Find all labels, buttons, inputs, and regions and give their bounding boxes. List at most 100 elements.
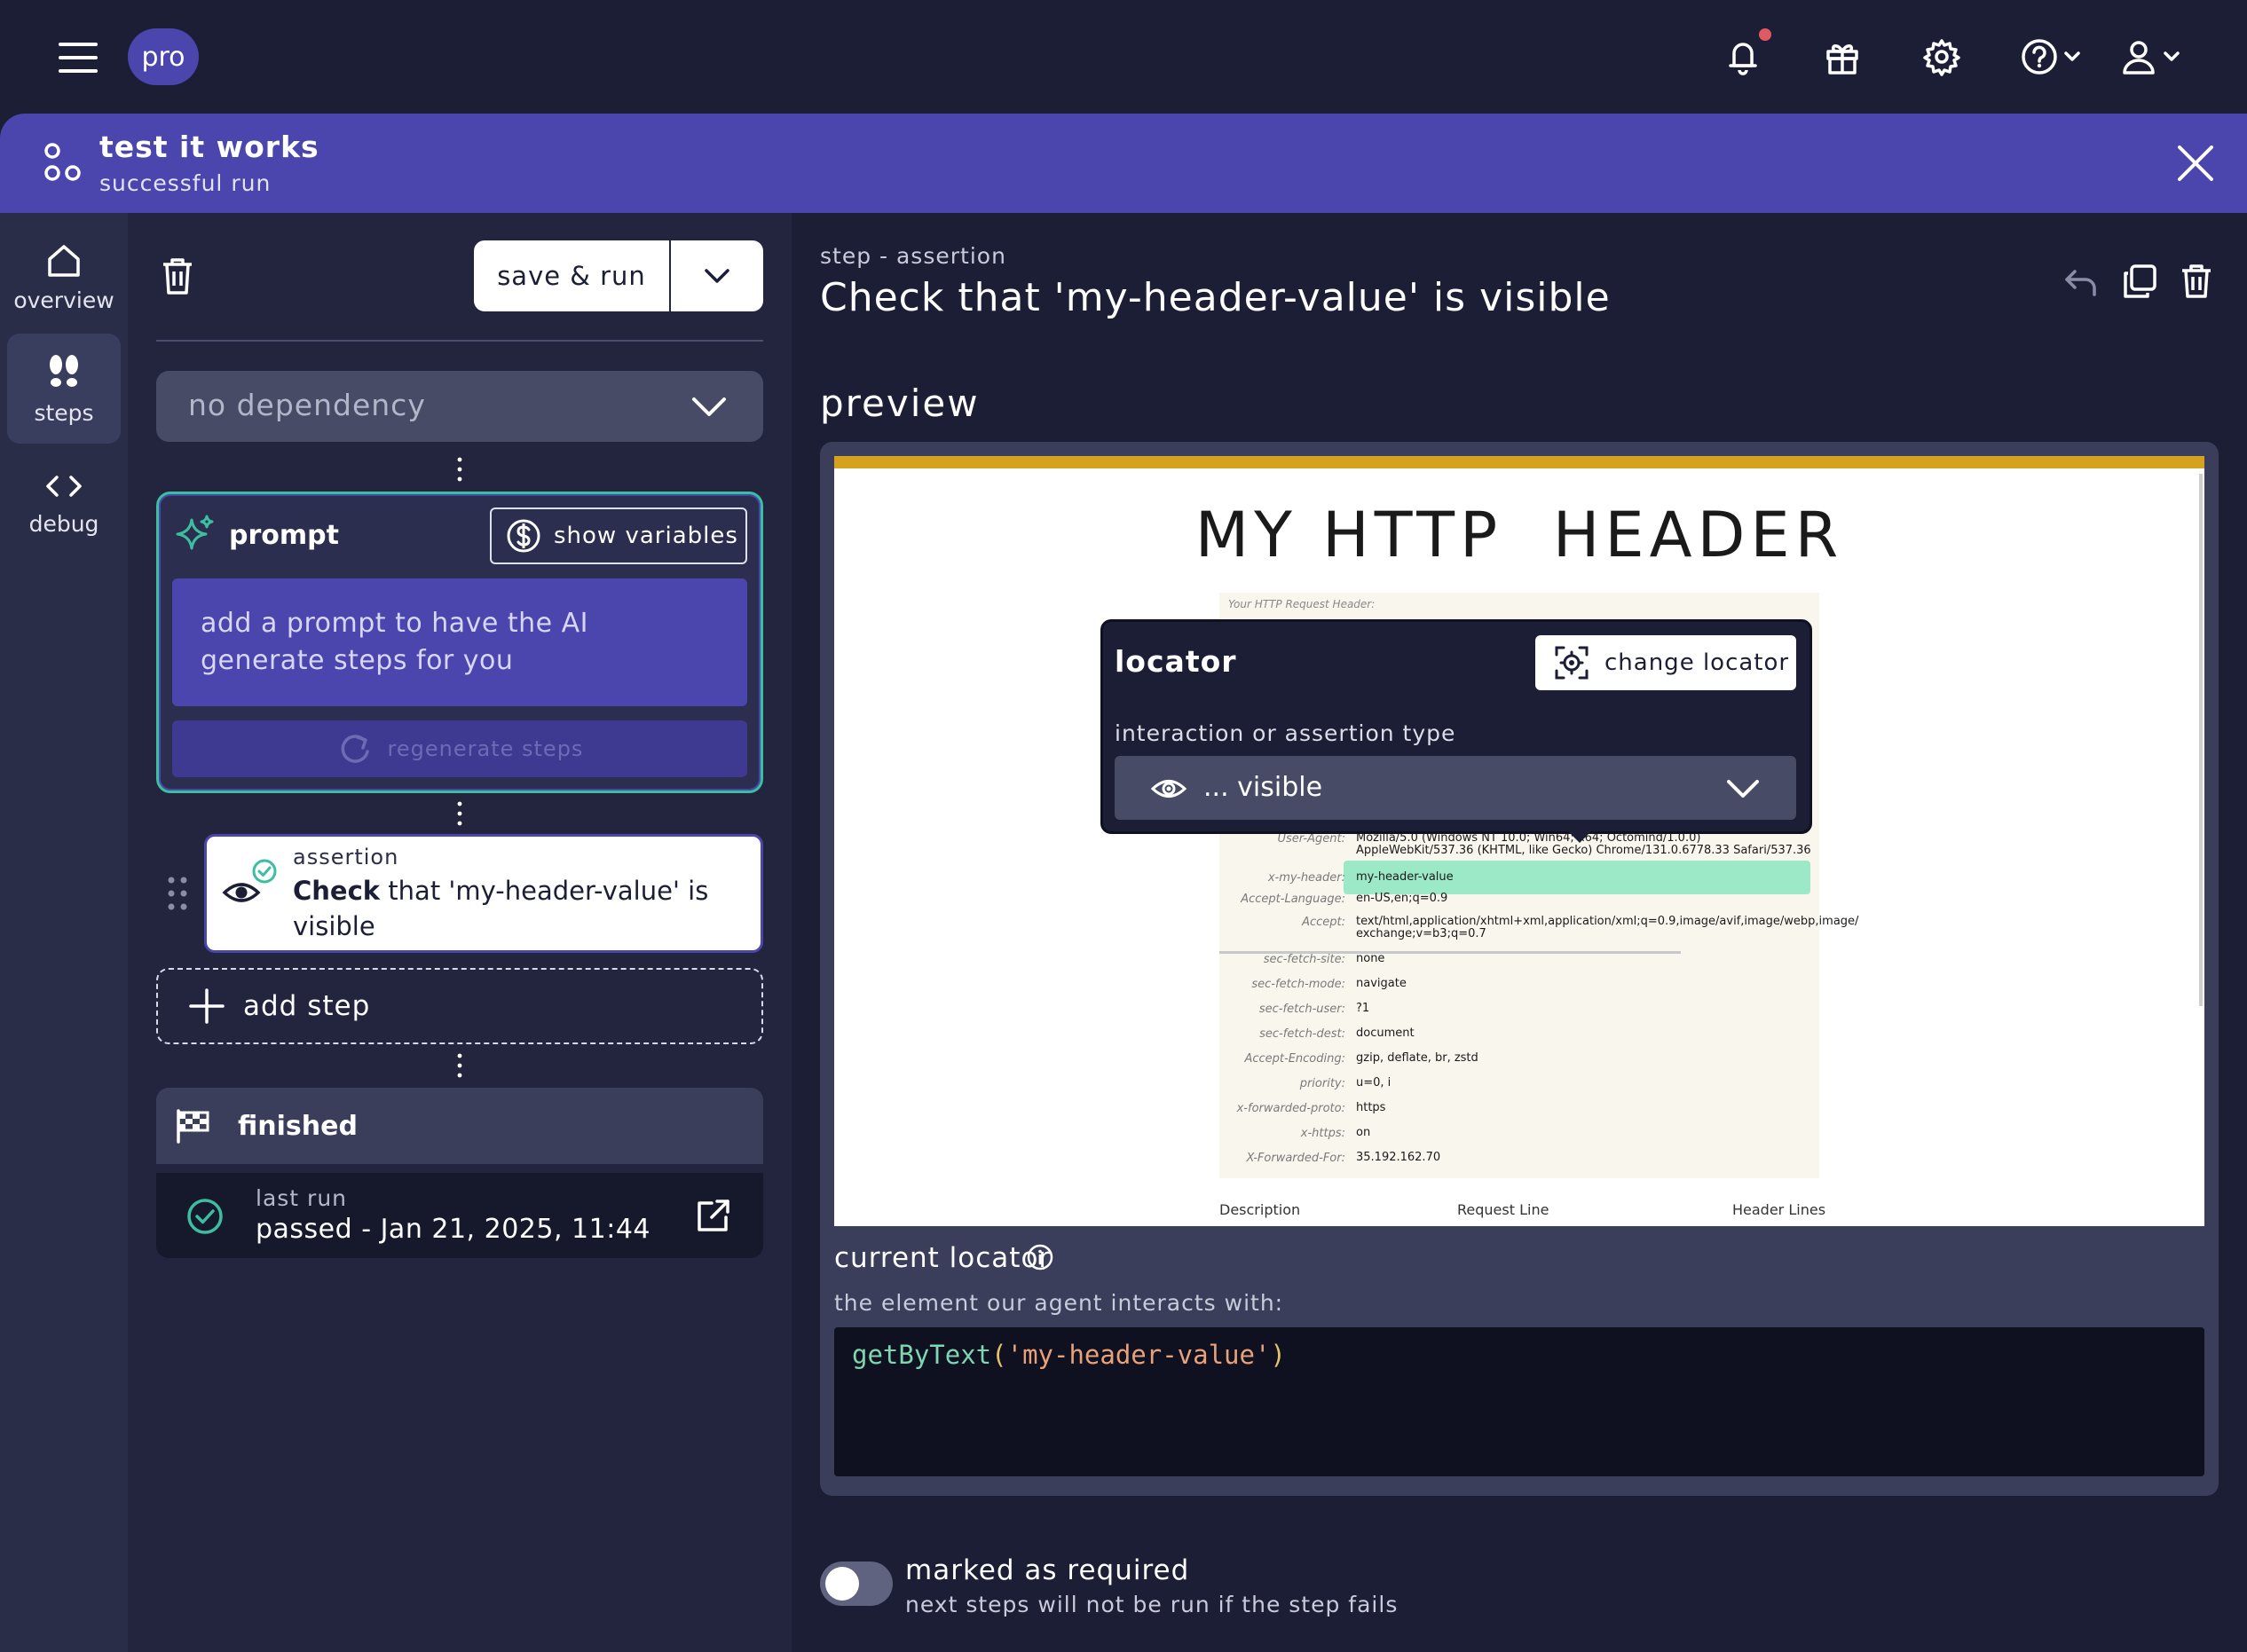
prompt-title: prompt xyxy=(229,520,339,551)
rail-item-debug[interactable]: debug xyxy=(7,447,121,557)
footsteps-icon xyxy=(50,354,78,387)
header-value: en-US,en;q=0.9 xyxy=(1356,892,1448,905)
header-value-highlighted: my-header-value xyxy=(1356,870,1454,884)
required-toggle[interactable] xyxy=(820,1562,893,1606)
header-value: on xyxy=(1356,1126,1371,1139)
regenerate-steps-button[interactable]: regenerate steps xyxy=(172,720,747,777)
gear-icon[interactable] xyxy=(1917,32,1967,82)
header-value: ?1 xyxy=(1356,1002,1370,1015)
assertion-type-label: interaction or assertion type xyxy=(1115,720,1456,746)
current-locator-title: current locator xyxy=(834,1242,1052,1274)
help-icon[interactable] xyxy=(2016,32,2091,82)
change-locator-button[interactable]: change locator xyxy=(1535,635,1796,690)
preview-scrollbar[interactable] xyxy=(2199,474,2203,1006)
show-variables-label: show variables xyxy=(554,523,738,549)
home-icon xyxy=(48,244,80,277)
header-value: navigate xyxy=(1356,977,1407,990)
header-key: Accept: xyxy=(1302,916,1345,929)
header-caption: Your HTTP Request Header: xyxy=(1228,598,1376,610)
header-value: gzip, deflate, br, zstd xyxy=(1356,1051,1478,1065)
footer-link: Request Line xyxy=(1457,1201,1549,1218)
gift-icon[interactable] xyxy=(1817,32,1867,82)
current-locator-description: the element our agent interacts with: xyxy=(834,1290,1284,1316)
header-key: sec-fetch-mode: xyxy=(1251,978,1345,991)
header-value: 35.192.162.70 xyxy=(1356,1151,1441,1164)
header-value: document xyxy=(1356,1027,1415,1040)
top-bar xyxy=(0,0,2247,114)
test-title: test it works xyxy=(99,130,319,164)
change-locator-label: change locator xyxy=(1604,649,1790,676)
header-value: none xyxy=(1356,952,1385,965)
dependency-value: no dependency xyxy=(188,388,426,422)
finished-label: finished xyxy=(238,1110,358,1142)
footer-link: Header Lines xyxy=(1732,1201,1826,1218)
test-status: successful run xyxy=(99,170,272,196)
target-icon xyxy=(1555,646,1589,680)
close-icon[interactable] xyxy=(2172,140,2219,186)
last-run-value: passed - Jan 21, 2025, 11:44 xyxy=(256,1214,650,1245)
header-key: Accept-Encoding: xyxy=(1244,1052,1345,1066)
rail-item-steps[interactable]: steps xyxy=(7,334,121,444)
chevron-down-icon xyxy=(705,269,729,283)
external-link-icon[interactable] xyxy=(694,1196,733,1235)
finished-step: finished xyxy=(156,1088,763,1164)
code-paren: ) xyxy=(1270,1340,1286,1370)
prompt-input[interactable]: add a prompt to have the AI generate ste… xyxy=(172,578,747,706)
drag-handle-icon[interactable] xyxy=(165,875,190,912)
code-argument: 'my-header-value' xyxy=(1006,1340,1271,1370)
locator-code-editor[interactable]: getByText('my-header-value') xyxy=(834,1327,2204,1476)
save-run-split-button: save & run xyxy=(474,240,763,311)
divider xyxy=(156,340,763,342)
page-screenshot: MY HTTP HEADER Your HTTP Request Header:… xyxy=(834,456,2204,1226)
sparkle-icon xyxy=(174,513,215,554)
info-icon[interactable] xyxy=(1026,1243,1054,1271)
header-key: x-my-header: xyxy=(1267,871,1345,885)
step-description: Check that 'my-header-value' is visible xyxy=(293,873,737,944)
save-run-options-button[interactable] xyxy=(671,240,763,311)
rail-label: steps xyxy=(34,399,94,426)
user-icon[interactable] xyxy=(2116,32,2190,82)
trash-icon[interactable] xyxy=(158,256,197,296)
check-circle-icon xyxy=(186,1198,224,1235)
code-paren: ( xyxy=(991,1340,1007,1370)
add-step-label: add step xyxy=(243,990,371,1022)
page-title: Check that 'my-header-value' is visible xyxy=(820,275,1611,320)
header-value: text/html,application/xhtml+xml,applicat… xyxy=(1356,915,1859,940)
plan-badge[interactable]: pro xyxy=(128,28,199,85)
menu-icon[interactable] xyxy=(53,35,103,80)
save-run-button[interactable]: save & run xyxy=(474,240,671,311)
duplicate-icon[interactable] xyxy=(2121,263,2158,300)
header-key: X-Forwarded-For: xyxy=(1246,1152,1345,1165)
chevron-down-icon xyxy=(689,390,729,422)
required-sublabel: next steps will not be run if the step f… xyxy=(905,1592,1399,1617)
undo-icon[interactable] xyxy=(2062,263,2100,300)
show-variables-button[interactable]: show variables xyxy=(490,507,747,564)
rail-label: overview xyxy=(13,287,114,313)
notification-dot xyxy=(1759,28,1771,41)
dollar-icon xyxy=(507,519,540,553)
add-step-button[interactable]: add step xyxy=(156,968,763,1044)
rail-item-overview[interactable]: overview xyxy=(7,222,121,332)
connector-dots xyxy=(457,456,462,483)
footer-link: Description xyxy=(1219,1201,1301,1218)
required-label: marked as required xyxy=(905,1554,1190,1586)
refresh-icon xyxy=(341,735,369,763)
locator-title: locator xyxy=(1115,644,1237,679)
header-key: x-https: xyxy=(1300,1127,1345,1140)
checkered-flag-icon xyxy=(177,1109,209,1144)
regenerate-steps-label: regenerate steps xyxy=(387,736,584,761)
chevron-down-icon xyxy=(1725,775,1761,802)
run-banner xyxy=(0,114,2247,213)
header-key: sec-fetch-site: xyxy=(1263,953,1345,966)
header-value: u=0, i xyxy=(1356,1076,1392,1090)
plus-icon xyxy=(189,988,225,1024)
header-key: Accept-Language: xyxy=(1241,893,1345,906)
popover-arrow xyxy=(1567,830,1592,843)
eye-icon xyxy=(1150,775,1187,802)
header-key: User-Agent: xyxy=(1277,832,1345,846)
last-run-label: last run xyxy=(256,1185,348,1211)
assertion-type-value: ... visible xyxy=(1203,772,1323,803)
trash-icon[interactable] xyxy=(2178,263,2215,300)
header-key: priority: xyxy=(1299,1077,1345,1090)
step-type: assertion xyxy=(293,845,399,869)
